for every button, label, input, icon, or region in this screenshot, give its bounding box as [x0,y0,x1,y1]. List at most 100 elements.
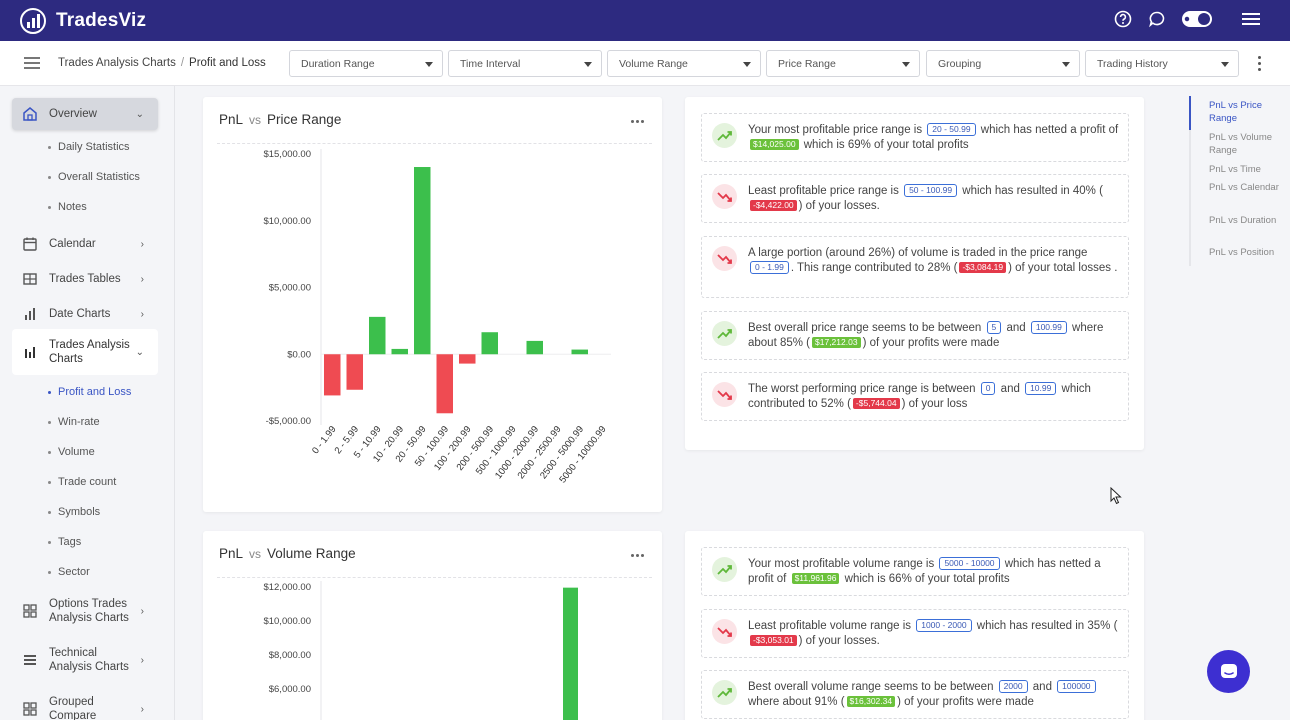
trending-up-icon [716,328,732,339]
sidebar-subitem-daily-statistics[interactable]: Daily Statistics [48,141,130,153]
logo[interactable]: TradesViz [20,7,146,34]
insight-text: The worst performing price range is betw… [748,382,1091,410]
insight-item: A large portion (around 26%) of volume i… [701,236,1129,298]
insight-text: Least profitable volume range is 1000 - … [748,619,1118,647]
filter-grouping[interactable]: Grouping [926,50,1080,77]
trending-down-icon [716,253,732,264]
section-link-pnl-vs-duration[interactable]: PnL vs Duration [1209,214,1281,227]
theme-toggle-icon[interactable] [1180,8,1214,30]
breadcrumb-current: Profit and Loss [189,57,266,69]
calendar-icon [23,237,37,251]
chevron-down-icon [743,62,751,67]
chevron-right-icon: › [140,273,144,285]
chat-icon[interactable] [1146,8,1168,30]
insight-text: Best overall price range seems to be bet… [748,321,1104,349]
trending-up-icon [712,321,737,346]
kebab-icon[interactable] [1258,56,1262,71]
mouse-cursor-icon [1110,487,1122,505]
bar-chart-icon [25,308,35,320]
trending-down-icon [712,382,737,407]
sidebar-subitem-profit-and-loss[interactable]: Profit and Loss [48,386,131,398]
sidebar-subitem-win-rate[interactable]: Win-rate [48,416,100,428]
sidebar-item-label: Technical Analysis Charts [49,647,129,673]
bar[interactable] [324,354,341,396]
pnl-vs-price-range-card: PnL vs Price Range $15,000.00 $10,000.00 $5,… [203,97,662,512]
section-link-pnl-vs-calendar[interactable]: PnL vs Calendar [1209,181,1281,194]
trending-down-icon [716,626,732,637]
filter-trading-history[interactable]: Trading History [1085,50,1239,77]
section-link-pnl-vs-time[interactable]: PnL vs Time [1209,163,1281,176]
bar-chart-icon [25,347,35,358]
sidebar-item-technical-analysis[interactable]: Technical Analysis Charts › [12,643,158,677]
section-nav: PnL vs Price Range PnL vs Volume Range P… [1189,96,1284,266]
filter-volume-range[interactable]: Volume Range [607,50,761,77]
y-tick-label: $12,000.00 [263,582,311,593]
filter-time-interval[interactable]: Time Interval [448,50,602,77]
sidebar-item-label: Date Charts [49,308,111,320]
insight-item: Least profitable volume range is 1000 - … [701,609,1129,658]
sidebar-subitem-notes[interactable]: Notes [48,201,87,213]
section-link-pnl-vs-position[interactable]: PnL vs Position [1209,246,1281,259]
y-tick-label: -$5,000.00 [266,416,311,427]
sidebar-item-grouped-compare[interactable]: Grouped Compare › [12,692,158,720]
breadcrumb-parent[interactable]: Trades Analysis Charts [58,57,176,69]
pnl-volume-range-chart: $12,000.00 $10,000.00 $8,000.00 $6,000.00 [263,581,578,720]
trending-down-icon [716,389,732,400]
sidebar-item-date-charts[interactable]: Date Charts › [12,300,158,328]
bar[interactable] [526,340,544,355]
chevron-down-icon: ⌄ [135,108,144,120]
sidebar-subitem-sector[interactable]: Sector [48,566,90,578]
sidebar-subitem-tags[interactable]: Tags [48,536,81,548]
bar[interactable] [481,332,499,355]
sidebar-subitem-volume[interactable]: Volume [48,446,95,458]
range-tag: 20 - 50.99 [927,123,976,136]
bar[interactable] [414,167,431,355]
sidebar-item-overview[interactable]: Overview ⌄ [12,98,158,130]
sidebar-subitem-symbols[interactable]: Symbols [48,506,100,518]
y-tick-label: $5,000.00 [269,283,311,294]
compare-icon [23,702,37,716]
section-link-pnl-vs-volume-range[interactable]: PnL vs Volume Range [1209,131,1281,157]
y-tick-label: $15,000.00 [263,149,311,160]
sidebar-item-options-trades-analysis[interactable]: Options Trades Analysis Charts › [12,594,158,628]
chat-bubble-icon [1220,663,1237,678]
breadcrumb: Trades Analysis Charts / Profit and Loss [58,57,266,69]
chevron-down-icon: ⌄ [135,346,144,358]
loss-badge: -$4,422.00 [750,200,797,211]
sidebar-item-calendar[interactable]: Calendar › [12,230,158,258]
range-tag: 5000 - 10000 [939,557,1000,570]
range-tag: 50 - 100.99 [904,184,958,197]
chat-support-button[interactable] [1207,650,1250,693]
volume-range-insights-card: Your most profitable volume range is 500… [685,531,1144,720]
sidebar-subitem-overall-statistics[interactable]: Overall Statistics [48,171,140,183]
y-tick-label: $8,000.00 [269,650,311,661]
sidebar-toggle-icon[interactable] [24,57,40,69]
bar[interactable] [563,587,578,720]
loss-badge: -$3,084.19 [959,262,1007,273]
bar[interactable] [391,348,409,355]
sidebar-item-trades-tables[interactable]: Trades Tables › [12,265,158,293]
trending-up-icon [716,130,732,141]
help-icon[interactable] [1112,8,1134,30]
bar[interactable] [436,354,454,414]
section-link-pnl-vs-price-range[interactable]: PnL vs Price Range [1209,99,1281,125]
hamburger-icon[interactable] [1240,8,1262,30]
filter-price-range[interactable]: Price Range [766,50,920,77]
bar[interactable] [346,354,364,390]
range-tag: 0 - 1.99 [750,261,789,274]
sidebar-subitem-trade-count[interactable]: Trade count [48,476,116,488]
range-tag: 100000 [1057,680,1096,693]
range-tag: 2000 [998,680,1028,693]
loss-badge: -$3,053.01 [750,635,797,646]
trending-up-icon [712,680,737,705]
insight-text: Least profitable price range is 50 - 100… [748,184,1103,212]
insight-text: Your most profitable volume range is 500… [748,557,1101,585]
insight-text: Your most profitable price range is 20 -… [748,123,1119,151]
chevron-right-icon: › [140,703,144,715]
bar[interactable] [459,354,476,364]
bar[interactable] [571,349,589,355]
bar[interactable] [369,316,386,355]
sidebar-item-trades-analysis-charts[interactable]: Trades Analysis Charts ⌄ [12,329,158,375]
filter-duration-range[interactable]: Duration Range [289,50,443,77]
insight-text: A large portion (around 26%) of volume i… [748,247,1118,274]
